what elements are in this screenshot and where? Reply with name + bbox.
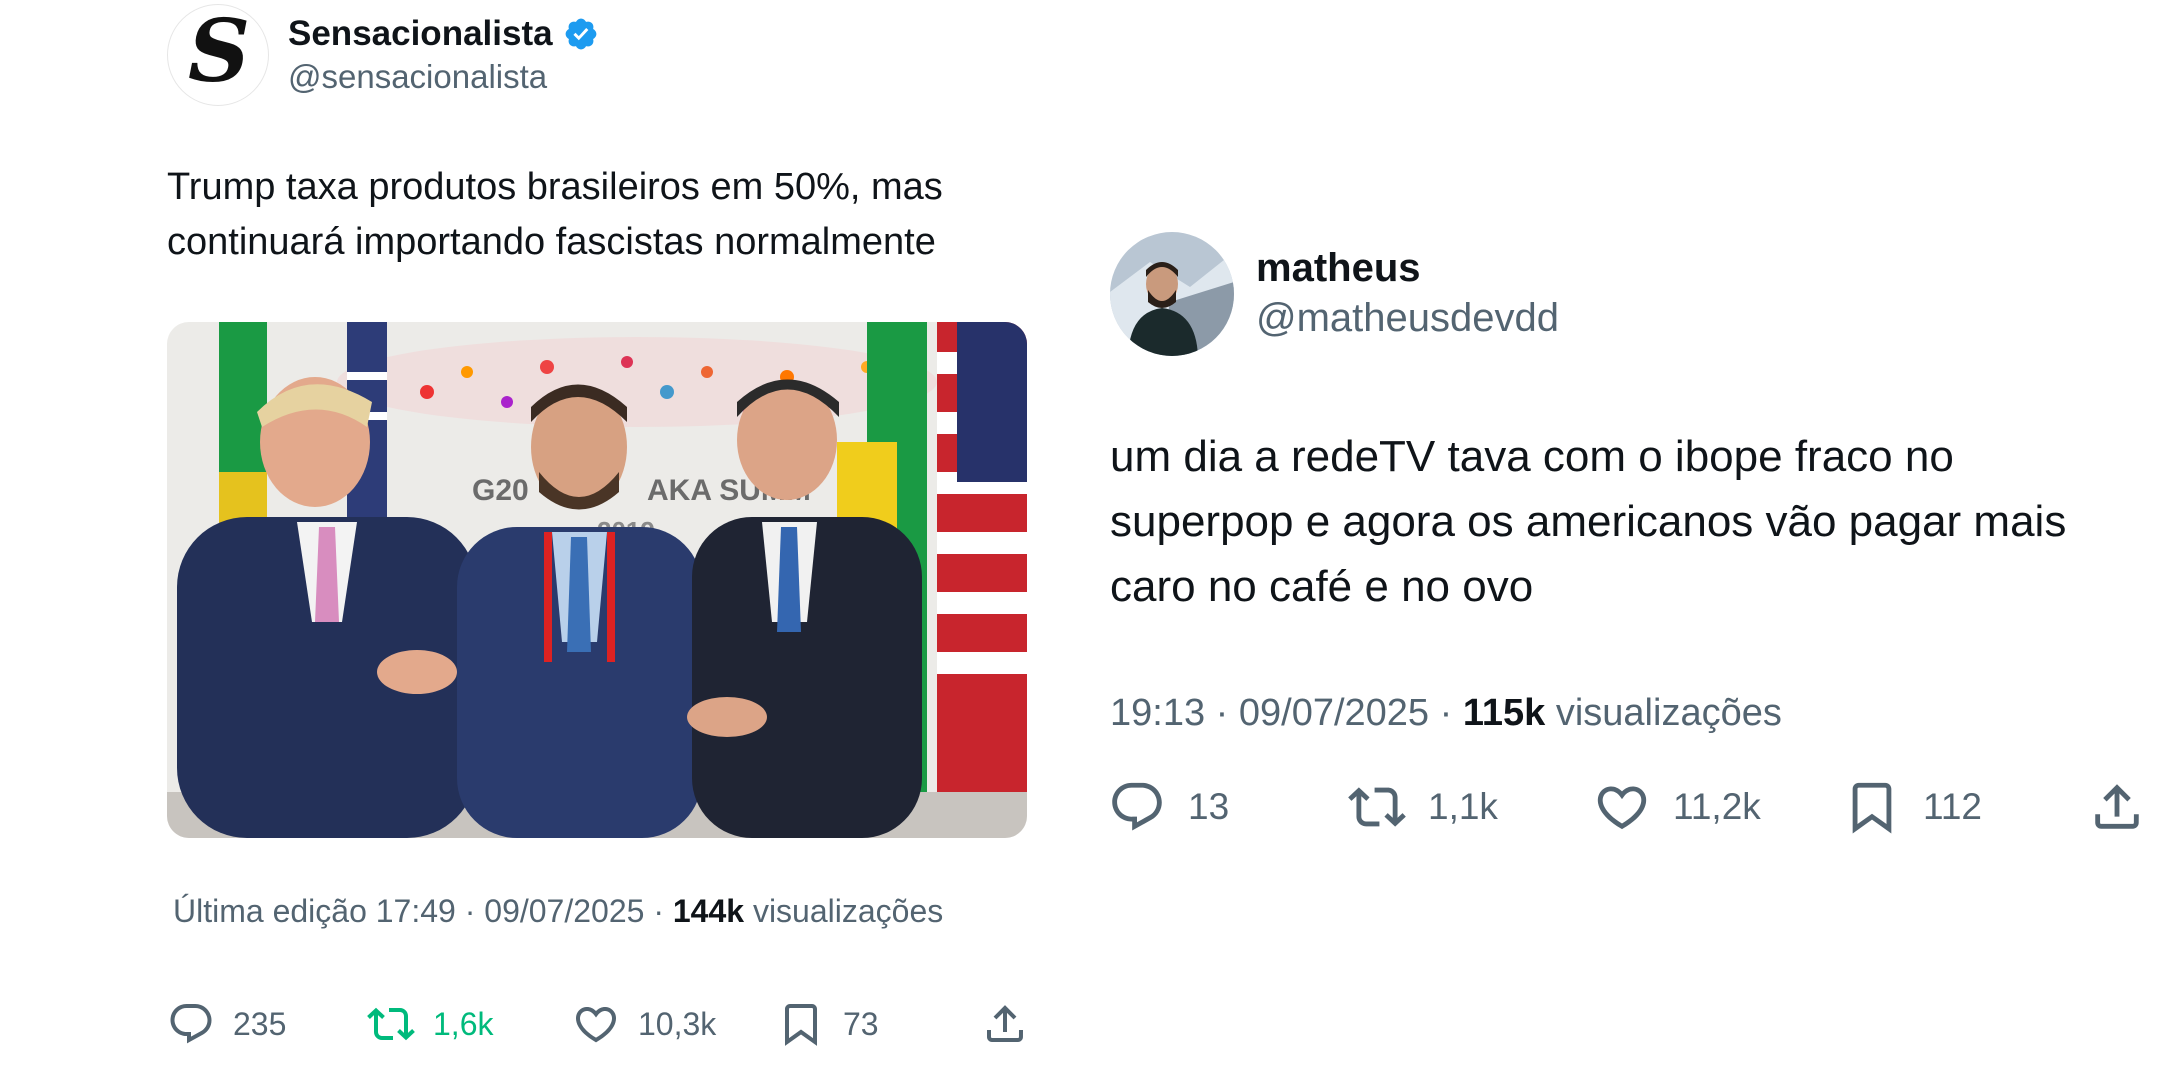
author-name[interactable]: Sensacionalista <box>288 14 599 54</box>
reply-count: 235 <box>233 1005 287 1042</box>
reply-count: 13 <box>1188 786 1230 827</box>
tweet-actions: 235 1,6k 10,3k 73 <box>167 1000 1037 1060</box>
tweet-meta: Última edição 17:49 · 09/07/2025 · 144k … <box>173 893 943 930</box>
bookmark-icon <box>1852 782 1892 834</box>
views-count: 115k <box>1462 692 1546 734</box>
author-name[interactable]: matheus <box>1256 246 1421 291</box>
meta-separator: · <box>644 893 673 929</box>
share-button[interactable] <box>981 1000 1029 1048</box>
avatar-logo: S <box>187 4 250 102</box>
retweet-count: 1,6k <box>433 1005 494 1042</box>
timestamp[interactable]: 19:13 · 09/07/2025 · <box>1110 692 1463 734</box>
like-icon <box>575 1007 617 1043</box>
verified-badge-icon <box>565 18 596 50</box>
bookmark-count: 112 <box>1923 786 1982 827</box>
tweet-photo[interactable]: G20 AKA SUMM 2019 <box>167 322 1027 838</box>
author-name-text: Sensacionalista <box>288 14 553 53</box>
like-count: 10,3k <box>638 1005 717 1042</box>
matheus-avatar[interactable] <box>1110 232 1234 356</box>
tweet-actions: 13 1,1k 11,2k 112 <box>1108 778 2148 844</box>
views-count: 144k <box>672 893 745 929</box>
tweet-text: Trump taxa produtos brasileiros em 50%, … <box>167 166 943 263</box>
bookmark-icon <box>785 1004 817 1046</box>
bookmark-button[interactable]: 112 <box>1843 778 1982 836</box>
views-label: visualizações <box>1555 692 1782 734</box>
like-icon <box>1597 786 1647 830</box>
like-button[interactable]: 10,3k <box>572 1000 716 1048</box>
avatar-photo <box>1110 232 1234 356</box>
reply-button[interactable]: 13 <box>1108 778 1229 836</box>
like-button[interactable]: 11,2k <box>1593 778 1761 836</box>
retweet-icon <box>1348 787 1406 827</box>
reply-icon <box>170 1004 212 1044</box>
bookmark-count: 73 <box>843 1005 879 1042</box>
retweet-icon <box>367 1007 415 1041</box>
edited-timestamp[interactable]: Última edição 17:49 · 09/07/2025 <box>173 893 644 929</box>
author-handle[interactable]: @matheusdevdd <box>1256 296 1559 341</box>
sensacionalista-avatar[interactable]: S <box>167 4 269 106</box>
tweet-meta: 19:13 · 09/07/2025 · 115k visualizações <box>1110 692 1782 735</box>
bookmark-button[interactable]: 73 <box>777 1000 879 1048</box>
retweet-button[interactable]: 1,6k <box>367 1000 493 1048</box>
views-label: visualizações <box>752 893 944 929</box>
banner-text-1: G20 <box>472 474 529 507</box>
author-handle[interactable]: @sensacionalista <box>288 58 547 96</box>
photo-illustration: G20 AKA SUMM 2019 <box>167 322 1027 838</box>
like-count: 11,2k <box>1673 786 1761 827</box>
retweet-count: 1,1k <box>1428 786 1498 827</box>
share-icon <box>2095 784 2139 829</box>
reply-icon <box>1112 782 1162 831</box>
tweet-text: um dia a redeTV tava com o ibope fraco n… <box>1110 432 2067 611</box>
retweet-button[interactable]: 1,1k <box>1348 778 1498 836</box>
share-button[interactable] <box>2088 778 2146 836</box>
reply-button[interactable]: 235 <box>167 1000 286 1048</box>
share-icon <box>987 1005 1023 1042</box>
